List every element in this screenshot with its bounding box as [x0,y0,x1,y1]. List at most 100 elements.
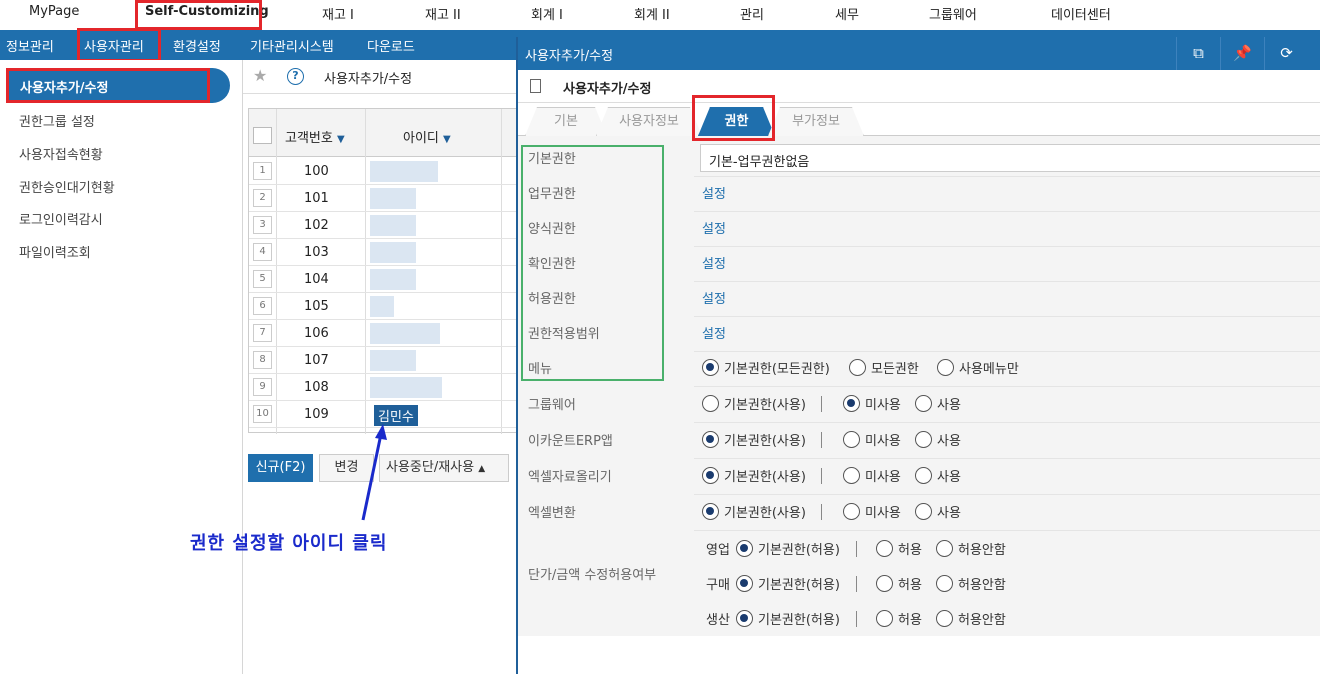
groupware-radio-basic[interactable] [702,395,719,412]
table-row[interactable]: 3 102 [249,212,518,239]
excel-upload-radio-used[interactable] [915,467,932,484]
row-number: 5 [253,270,272,288]
price-sales-label: 영업 [706,543,730,558]
row-number: 10 [253,405,272,423]
price-production-radio-deny[interactable] [936,610,953,627]
sidebar-item-access-status[interactable]: 사용자접속현황 [19,144,103,163]
redacted-id [370,242,416,263]
row-divider [694,351,1320,352]
sidebar-item-file-history[interactable]: 파일이력조회 [19,242,91,261]
table-row[interactable]: 1 100 [249,158,518,185]
ecount-radio-used[interactable] [915,431,932,448]
table-row[interactable]: 7 106 [249,320,518,347]
groupware-option-used: 사용 [937,398,961,413]
price-production-radio-basic[interactable] [736,610,753,627]
star-icon[interactable]: ★ [253,66,267,85]
table-row[interactable]: 4 103 [249,239,518,266]
table-row[interactable]: 9 108 [249,374,518,401]
groupware-radio-unused[interactable] [843,395,860,412]
row-divider [694,246,1320,247]
column-id[interactable]: 아이디 ▼ [403,127,451,146]
redacted-id [370,188,416,209]
task-permission-setting-link[interactable]: 설정 [702,183,726,202]
price-sales-radio-allow[interactable] [876,540,893,557]
excel-upload-radio-unused[interactable] [843,467,860,484]
groupware-radio-used[interactable] [915,395,932,412]
sidebar-item-approval-pending[interactable]: 권한승인대기현황 [19,177,115,196]
price-sales-radio-deny[interactable] [936,540,953,557]
popout-icon[interactable]: ⧉ [1176,37,1220,70]
excel-convert-radio-basic[interactable] [702,503,719,520]
price-sales-option-basic: 기본권한(허용) [758,543,840,558]
menu-radio-used[interactable] [937,359,954,376]
price-sales-option-allow: 허용 [898,543,922,558]
basic-permission-field[interactable]: 기본-업무권한없음 [700,144,1320,172]
row-number: 7 [253,324,272,342]
sidebar-item-login-monitor[interactable]: 로그인이력감시 [19,209,103,228]
sidebar-item-permission-group[interactable]: 권한그룹 설정 [19,111,95,130]
dialog-subheader: 사용자추가/수정 [518,70,1320,103]
topnav-accounting2[interactable]: 회계 II [634,4,670,23]
subnav-other-systems[interactable]: 기타관리시스템 [250,36,334,55]
subnav-download[interactable]: 다운로드 [367,36,415,55]
list-title: 사용자추가/수정 [324,72,413,87]
price-production-option-basic: 기본권한(허용) [758,613,840,628]
table-row[interactable]: 8 107 [249,347,518,374]
pin-icon[interactable]: 📌 [1220,37,1264,70]
tab-user-info[interactable]: 사용자정보 [596,107,702,136]
price-purchase-radio-deny[interactable] [936,575,953,592]
table-row[interactable]: 2 101 [249,185,518,212]
new-button[interactable]: 신규(F2) [248,454,313,482]
menu-radio-basic[interactable] [702,359,719,376]
excel-upload-radio-basic[interactable] [702,467,719,484]
topnav-mypage[interactable]: MyPage [29,4,79,19]
groupware-label: 그룹웨어 [528,398,576,413]
dialog-title: 사용자추가/수정 [525,49,614,64]
price-purchase-radio-basic[interactable] [736,575,753,592]
excel-convert-radio-unused[interactable] [843,503,860,520]
excel-convert-radio-used[interactable] [915,503,932,520]
topnav-inventory2[interactable]: 재고 II [425,4,461,23]
help-icon[interactable]: ? [287,68,304,85]
customer-number: 100 [304,164,329,179]
dialog-titlebar: 사용자추가/수정 ⧉ 📌 ⟳ [518,37,1320,70]
excel-upload-label: 엑셀자료올리기 [528,470,612,485]
select-all-checkbox[interactable] [253,127,272,144]
subnav-info[interactable]: 정보관리 [6,36,54,55]
excel-convert-option-basic: 기본권한(사용) [724,506,806,521]
menu-radio-all[interactable] [849,359,866,376]
price-purchase-option-basic: 기본권한(허용) [758,578,840,593]
price-purchase-radio-allow[interactable] [876,575,893,592]
table-row[interactable]: 6 105 [249,293,518,320]
topnav-inventory1[interactable]: 재고 I [322,4,354,23]
highlight-self-customizing [135,0,262,30]
tab-extra-info[interactable]: 부가정보 [768,107,864,136]
permission-scope-setting-link[interactable]: 설정 [702,323,726,342]
customer-number: 108 [304,380,329,395]
subnav-settings[interactable]: 환경설정 [173,36,221,55]
topnav-accounting1[interactable]: 회계 I [531,4,563,23]
tab-basic[interactable]: 기본 [525,107,607,136]
redacted-id [370,296,394,317]
confirm-permission-setting-link[interactable]: 설정 [702,253,726,272]
price-sales-radio-basic[interactable] [736,540,753,557]
row-divider [694,422,1320,423]
price-sales-option-deny: 허용안함 [958,543,1006,558]
topnav-groupware[interactable]: 그룹웨어 [929,4,977,23]
row-divider [694,386,1320,387]
ecount-option-basic: 기본권한(사용) [724,434,806,449]
topnav-datacenter[interactable]: 데이터센터 [1051,4,1111,23]
highlight-add-user [6,68,210,103]
table-row[interactable]: 5 104 [249,266,518,293]
topnav-management[interactable]: 관리 [740,4,764,23]
topnav-tax[interactable]: 세무 [835,4,859,23]
form-permission-setting-link[interactable]: 설정 [702,218,726,237]
ecount-radio-basic[interactable] [702,431,719,448]
suspend-dropdown[interactable]: 사용중단/재사용 ▲ [379,454,509,482]
column-customer-number[interactable]: 고객번호 ▼ [285,127,345,146]
allow-permission-setting-link[interactable]: 설정 [702,288,726,307]
excel-upload-option-unused: 미사용 [865,470,901,485]
refresh-icon[interactable]: ⟳ [1264,37,1308,70]
price-production-radio-allow[interactable] [876,610,893,627]
ecount-radio-unused[interactable] [843,431,860,448]
